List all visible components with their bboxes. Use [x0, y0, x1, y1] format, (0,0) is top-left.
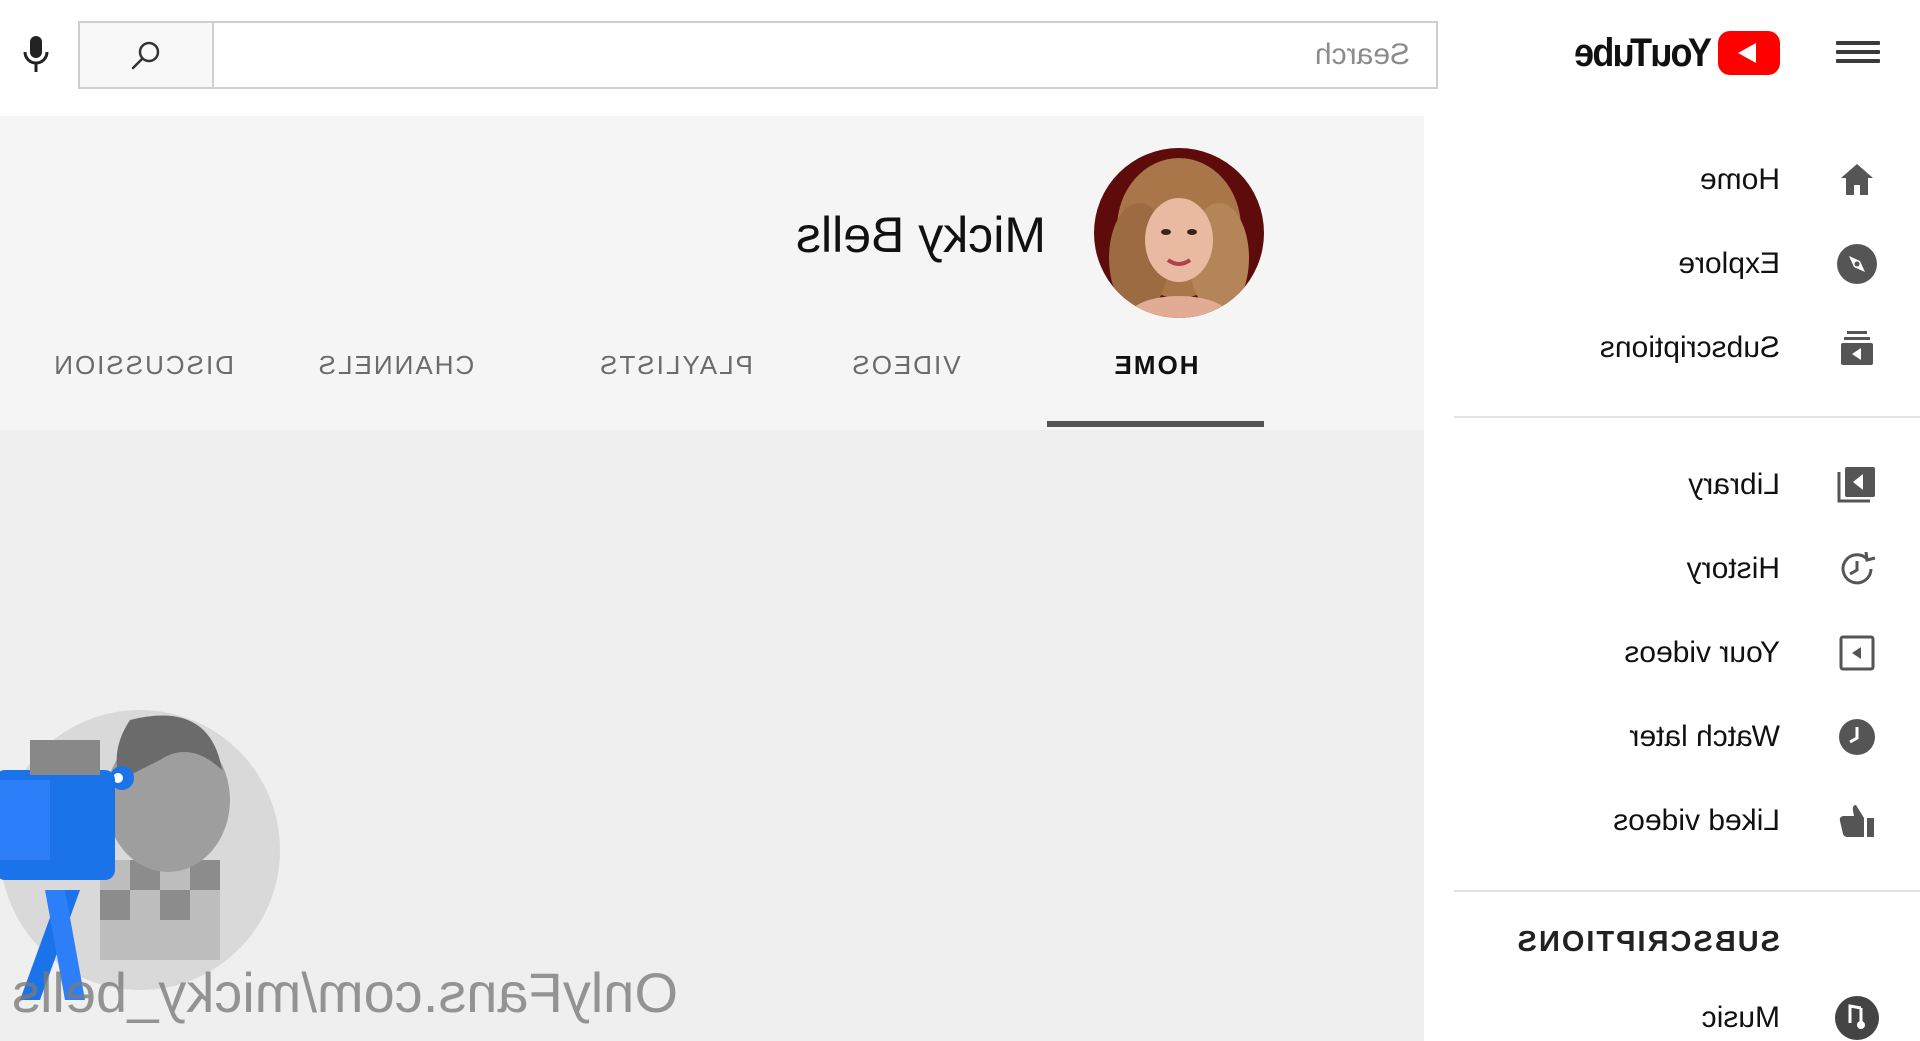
subscriptions-icon [1834, 325, 1880, 371]
sidebar-item-library[interactable]: Library [1454, 443, 1920, 527]
sidebar-item-label: Library [1688, 468, 1780, 501]
microphone-icon [23, 36, 49, 72]
top-bar: YouTube [0, 0, 1920, 108]
sidebar-item-subscriptions[interactable]: Subscriptions [1454, 306, 1920, 390]
search-input[interactable] [214, 21, 1438, 89]
sidebar-item-label: Liked videos [1613, 804, 1780, 837]
clock-icon [1834, 714, 1880, 760]
sidebar-item-label: Music [1701, 1001, 1780, 1034]
subscriptions-heading: SUBSCRIPTIONS [1515, 926, 1780, 958]
sidebar-item-label: Subscriptions [1599, 331, 1780, 364]
sidebar: Home Explore Subscriptions Library Histo… [1454, 108, 1920, 1041]
channel-name: Micky Bells [795, 207, 1046, 263]
tab-videos[interactable]: VIDEOS [797, 346, 1014, 428]
sidebar-item-label: Watch later [1629, 720, 1780, 753]
library-icon [1834, 462, 1880, 508]
sidebar-divider [1454, 890, 1920, 892]
compass-icon [1834, 241, 1880, 287]
tab-label: PLAYLISTS [598, 350, 753, 380]
sidebar-item-label: Explore [1678, 247, 1780, 280]
sidebar-item-label: Your videos [1624, 636, 1780, 669]
your-videos-icon [1834, 630, 1880, 676]
channel-header: Micky Bells HOME VIDEOS PLAYLISTS CHANNE… [0, 116, 1424, 430]
music-icon [1834, 995, 1880, 1041]
history-icon [1834, 546, 1880, 592]
active-tab-indicator [1047, 421, 1264, 427]
search-icon [131, 41, 160, 70]
thumbs-up-icon [1834, 798, 1880, 844]
sidebar-subscription-music[interactable]: Music [1454, 976, 1920, 1041]
watermark-text: OnlyFans.com/micky_bells [12, 961, 678, 1024]
sidebar-item-explore[interactable]: Explore [1454, 222, 1920, 306]
tab-label: CHANNELS [316, 350, 475, 380]
empty-state-illustration [0, 680, 280, 1000]
sidebar-item-liked-videos[interactable]: Liked videos [1454, 779, 1920, 863]
tab-label: HOME [1112, 350, 1199, 380]
sidebar-item-watch-later[interactable]: Watch later [1454, 695, 1920, 779]
sidebar-divider [1454, 416, 1920, 418]
mirrored-screenshot: YouTube Home [0, 0, 1920, 1041]
play-logo-icon [1718, 31, 1780, 75]
sidebar-item-your-videos[interactable]: Your videos [1454, 611, 1920, 695]
sidebar-item-label: History [1686, 552, 1780, 585]
sidebar-item-label: Home [1699, 163, 1780, 196]
voice-search-button[interactable] [12, 30, 60, 80]
sidebar-item-history[interactable]: History [1454, 527, 1920, 611]
search-button[interactable] [78, 21, 214, 89]
channel-avatar[interactable] [1094, 148, 1264, 318]
home-icon [1834, 157, 1880, 203]
hamburger-menu-icon[interactable] [1836, 36, 1880, 72]
tab-discussion[interactable]: DISCUSSION [0, 346, 234, 428]
tab-home[interactable]: HOME [1047, 346, 1264, 428]
sidebar-item-home[interactable]: Home [1454, 138, 1920, 222]
tab-label: DISCUSSION [52, 350, 234, 380]
search-bar [78, 21, 1438, 89]
tab-playlists[interactable]: PLAYLISTS [567, 346, 784, 428]
youtube-logo[interactable]: YouTube [1561, 28, 1780, 78]
logo-text: YouTube [1575, 30, 1712, 75]
tab-label: VIDEOS [850, 350, 961, 380]
tab-channels[interactable]: CHANNELS [287, 346, 504, 428]
